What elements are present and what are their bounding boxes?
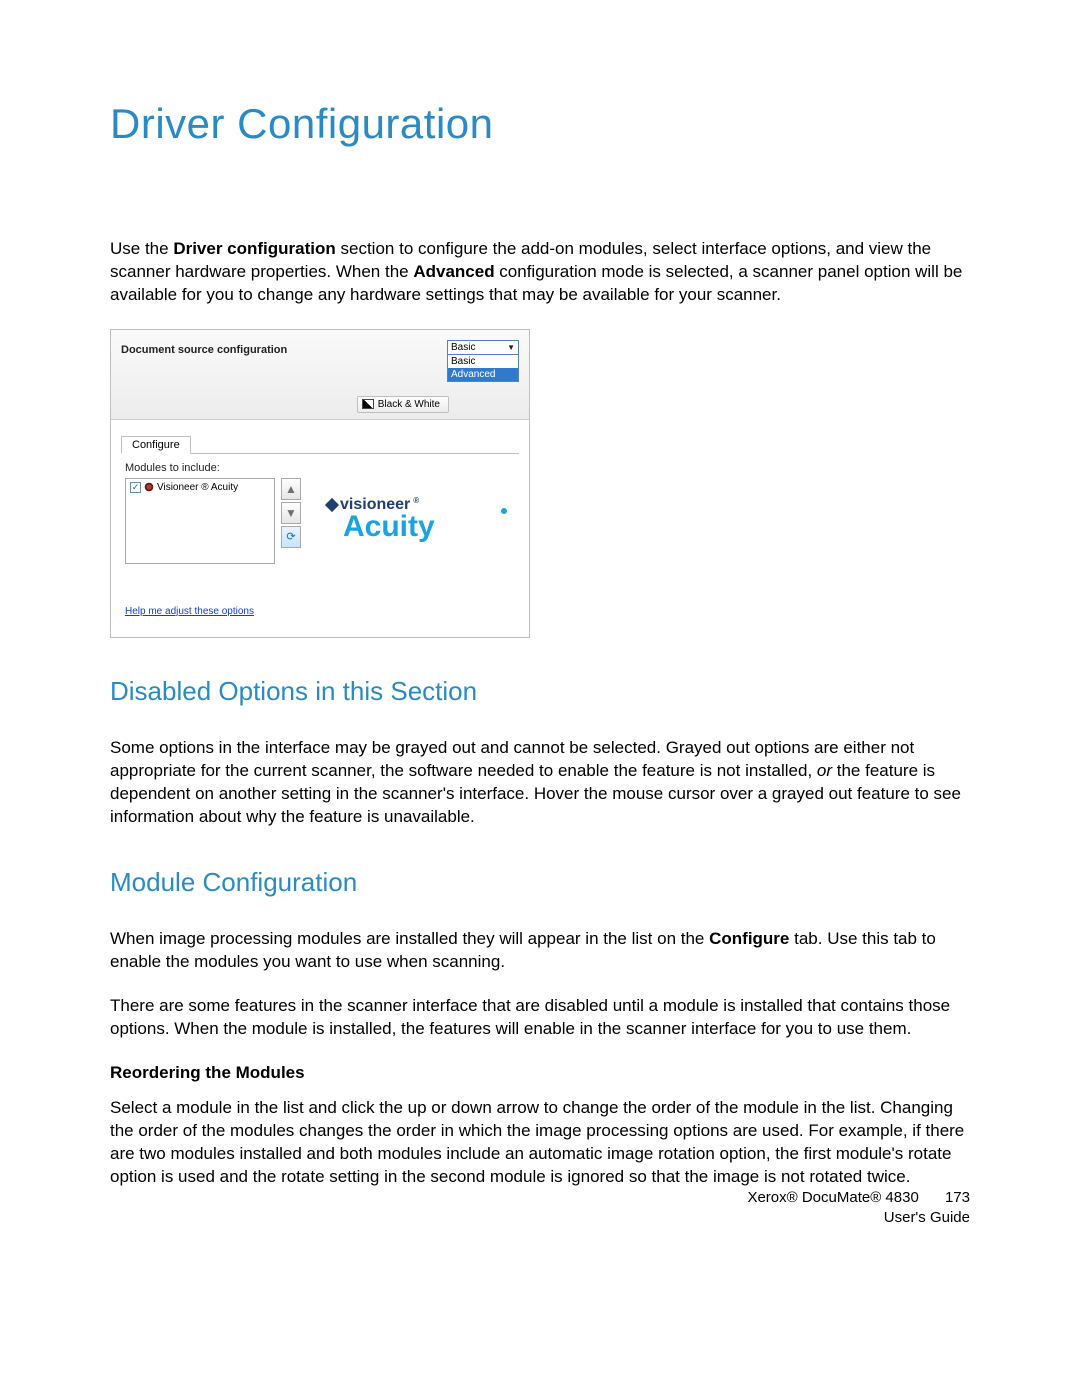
- brand-product-text: Acuity: [343, 510, 435, 543]
- visioneer-icon: [144, 482, 154, 492]
- move-down-button[interactable]: ▼: [281, 502, 301, 524]
- arrow-up-icon: ▲: [285, 482, 297, 496]
- list-item[interactable]: ✓ Visioneer ® Acuity: [130, 482, 270, 493]
- disabled-options-paragraph: Some options in the interface may be gra…: [110, 737, 970, 829]
- color-mode-label: Black & White: [378, 399, 440, 410]
- dropdown-option-advanced[interactable]: Advanced: [448, 368, 518, 381]
- text: Use the: [110, 239, 173, 258]
- modules-listbox[interactable]: ✓ Visioneer ® Acuity: [125, 478, 275, 564]
- help-link[interactable]: Help me adjust these options: [125, 606, 254, 617]
- move-up-button[interactable]: ▲: [281, 478, 301, 500]
- brand-logo: visioneer® Acuity: [307, 478, 515, 542]
- modules-label: Modules to include:: [125, 462, 515, 474]
- black-white-icon: [362, 399, 374, 409]
- text-italic: or: [817, 761, 832, 780]
- tab-configure[interactable]: Configure: [121, 436, 191, 454]
- page-number: 173: [945, 1188, 970, 1208]
- diamond-icon: [325, 498, 339, 512]
- page-footer: Xerox® DocuMate® 4830 173 User's Guide: [747, 1188, 970, 1227]
- footer-product: Xerox® DocuMate® 4830: [747, 1189, 918, 1206]
- refresh-icon: ⟳: [286, 530, 295, 543]
- module-config-paragraph-1: When image processing modules are instal…: [110, 928, 970, 974]
- chevron-down-icon: ▼: [507, 343, 515, 352]
- dot-accent-icon: [501, 508, 507, 514]
- brand-product: Acuity: [343, 512, 531, 542]
- dropdown-selected: Basic: [451, 342, 475, 353]
- reordering-paragraph: Select a module in the list and click th…: [110, 1097, 970, 1189]
- section-heading-module: Module Configuration: [110, 867, 970, 898]
- text-bold: Advanced: [413, 262, 494, 281]
- trademark-icon: ®: [413, 496, 419, 505]
- subheading-reordering: Reordering the Modules: [110, 1063, 970, 1083]
- text: Some options in the interface may be gra…: [110, 738, 914, 780]
- checkbox-icon[interactable]: ✓: [130, 482, 141, 493]
- footer-guide: User's Guide: [747, 1208, 970, 1228]
- config-mode-dropdown[interactable]: Basic ▼ Basic Advanced: [447, 340, 519, 382]
- driver-config-screenshot: Document source configuration Basic ▼ Ba…: [110, 329, 530, 638]
- section-heading-disabled: Disabled Options in this Section: [110, 676, 970, 707]
- intro-paragraph: Use the Driver configuration section to …: [110, 238, 970, 307]
- module-config-paragraph-2: There are some features in the scanner i…: [110, 995, 970, 1041]
- text-bold: Driver configuration: [173, 239, 335, 258]
- page-title: Driver Configuration: [110, 100, 970, 148]
- text-bold: Configure: [709, 929, 789, 948]
- text: When image processing modules are instal…: [110, 929, 709, 948]
- screenshot-header-label: Document source configuration: [121, 340, 287, 356]
- dropdown-option-basic[interactable]: Basic: [448, 355, 518, 368]
- color-mode-button[interactable]: Black & White: [357, 396, 449, 413]
- refresh-button[interactable]: ⟳: [281, 526, 301, 548]
- arrow-down-icon: ▼: [285, 506, 297, 520]
- module-name: Visioneer ® Acuity: [157, 482, 238, 493]
